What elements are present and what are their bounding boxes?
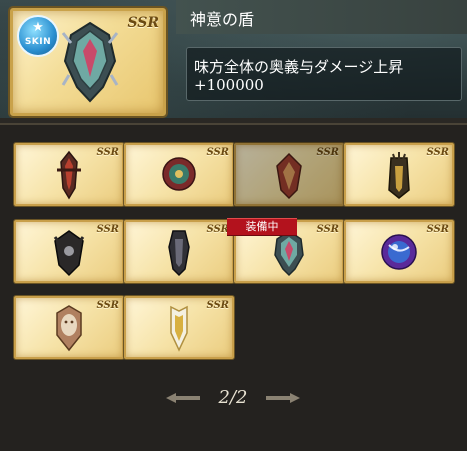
shield-demon-black-icon	[53, 230, 85, 277]
shield-gold-white-icon	[170, 305, 188, 352]
ssr-badge: SSR	[426, 224, 449, 235]
previous-page-arrow-icon[interactable]	[166, 392, 200, 404]
skin-card[interactable]: SSR	[124, 296, 234, 359]
ssr-badge: SSR	[206, 300, 229, 311]
ssr-badge: SSR	[316, 147, 339, 158]
ssr-badge: SSR	[96, 224, 119, 235]
shield-mask-bronze-icon	[56, 305, 82, 352]
shield-tower-gold-icon	[388, 152, 410, 199]
skin-card[interactable]: SSR	[124, 143, 234, 206]
item-title: 神意の盾	[190, 10, 255, 29]
ssr-badge: SSR	[96, 147, 119, 158]
skin-card[interactable]: SSR	[344, 220, 454, 283]
divine-shield-icon	[61, 21, 119, 103]
ssr-badge: SSR	[206, 147, 229, 158]
shield-dark-red-icon	[57, 150, 81, 200]
page-indicator: 2/2	[218, 387, 248, 408]
ssr-badge: SSR	[96, 300, 119, 311]
shield-red-flame-icon	[276, 152, 302, 200]
shield-knight-black-icon	[168, 230, 190, 277]
skin-badge: ★ SKIN	[17, 15, 59, 57]
ssr-badge: SSR	[316, 224, 339, 235]
next-page-arrow-icon[interactable]	[266, 392, 300, 404]
shield-orb-purple-icon	[381, 234, 417, 270]
skin-card[interactable]: SSR	[124, 220, 234, 283]
skin-card[interactable]: SSR	[234, 143, 344, 206]
skin-card[interactable]: SSR	[344, 143, 454, 206]
description-line-1: 味方全体の奥義与ダメージ上昇	[194, 58, 404, 76]
star-icon: ★	[32, 20, 44, 35]
skin-label: SKIN	[24, 37, 52, 47]
skin-card[interactable]: SSR	[14, 220, 124, 283]
ssr-badge: SSR	[127, 15, 159, 31]
shield-round-red-icon	[162, 157, 196, 191]
skin-card[interactable]: SSR	[14, 296, 124, 359]
ssr-badge: SSR	[426, 147, 449, 158]
equipped-badge: 装備中	[227, 218, 297, 236]
featured-shield-card[interactable]: ★ SKIN SSR	[10, 8, 166, 116]
ssr-badge: SSR	[206, 224, 229, 235]
skin-card[interactable]: SSR	[14, 143, 124, 206]
description-line-2: +100000	[194, 76, 264, 94]
